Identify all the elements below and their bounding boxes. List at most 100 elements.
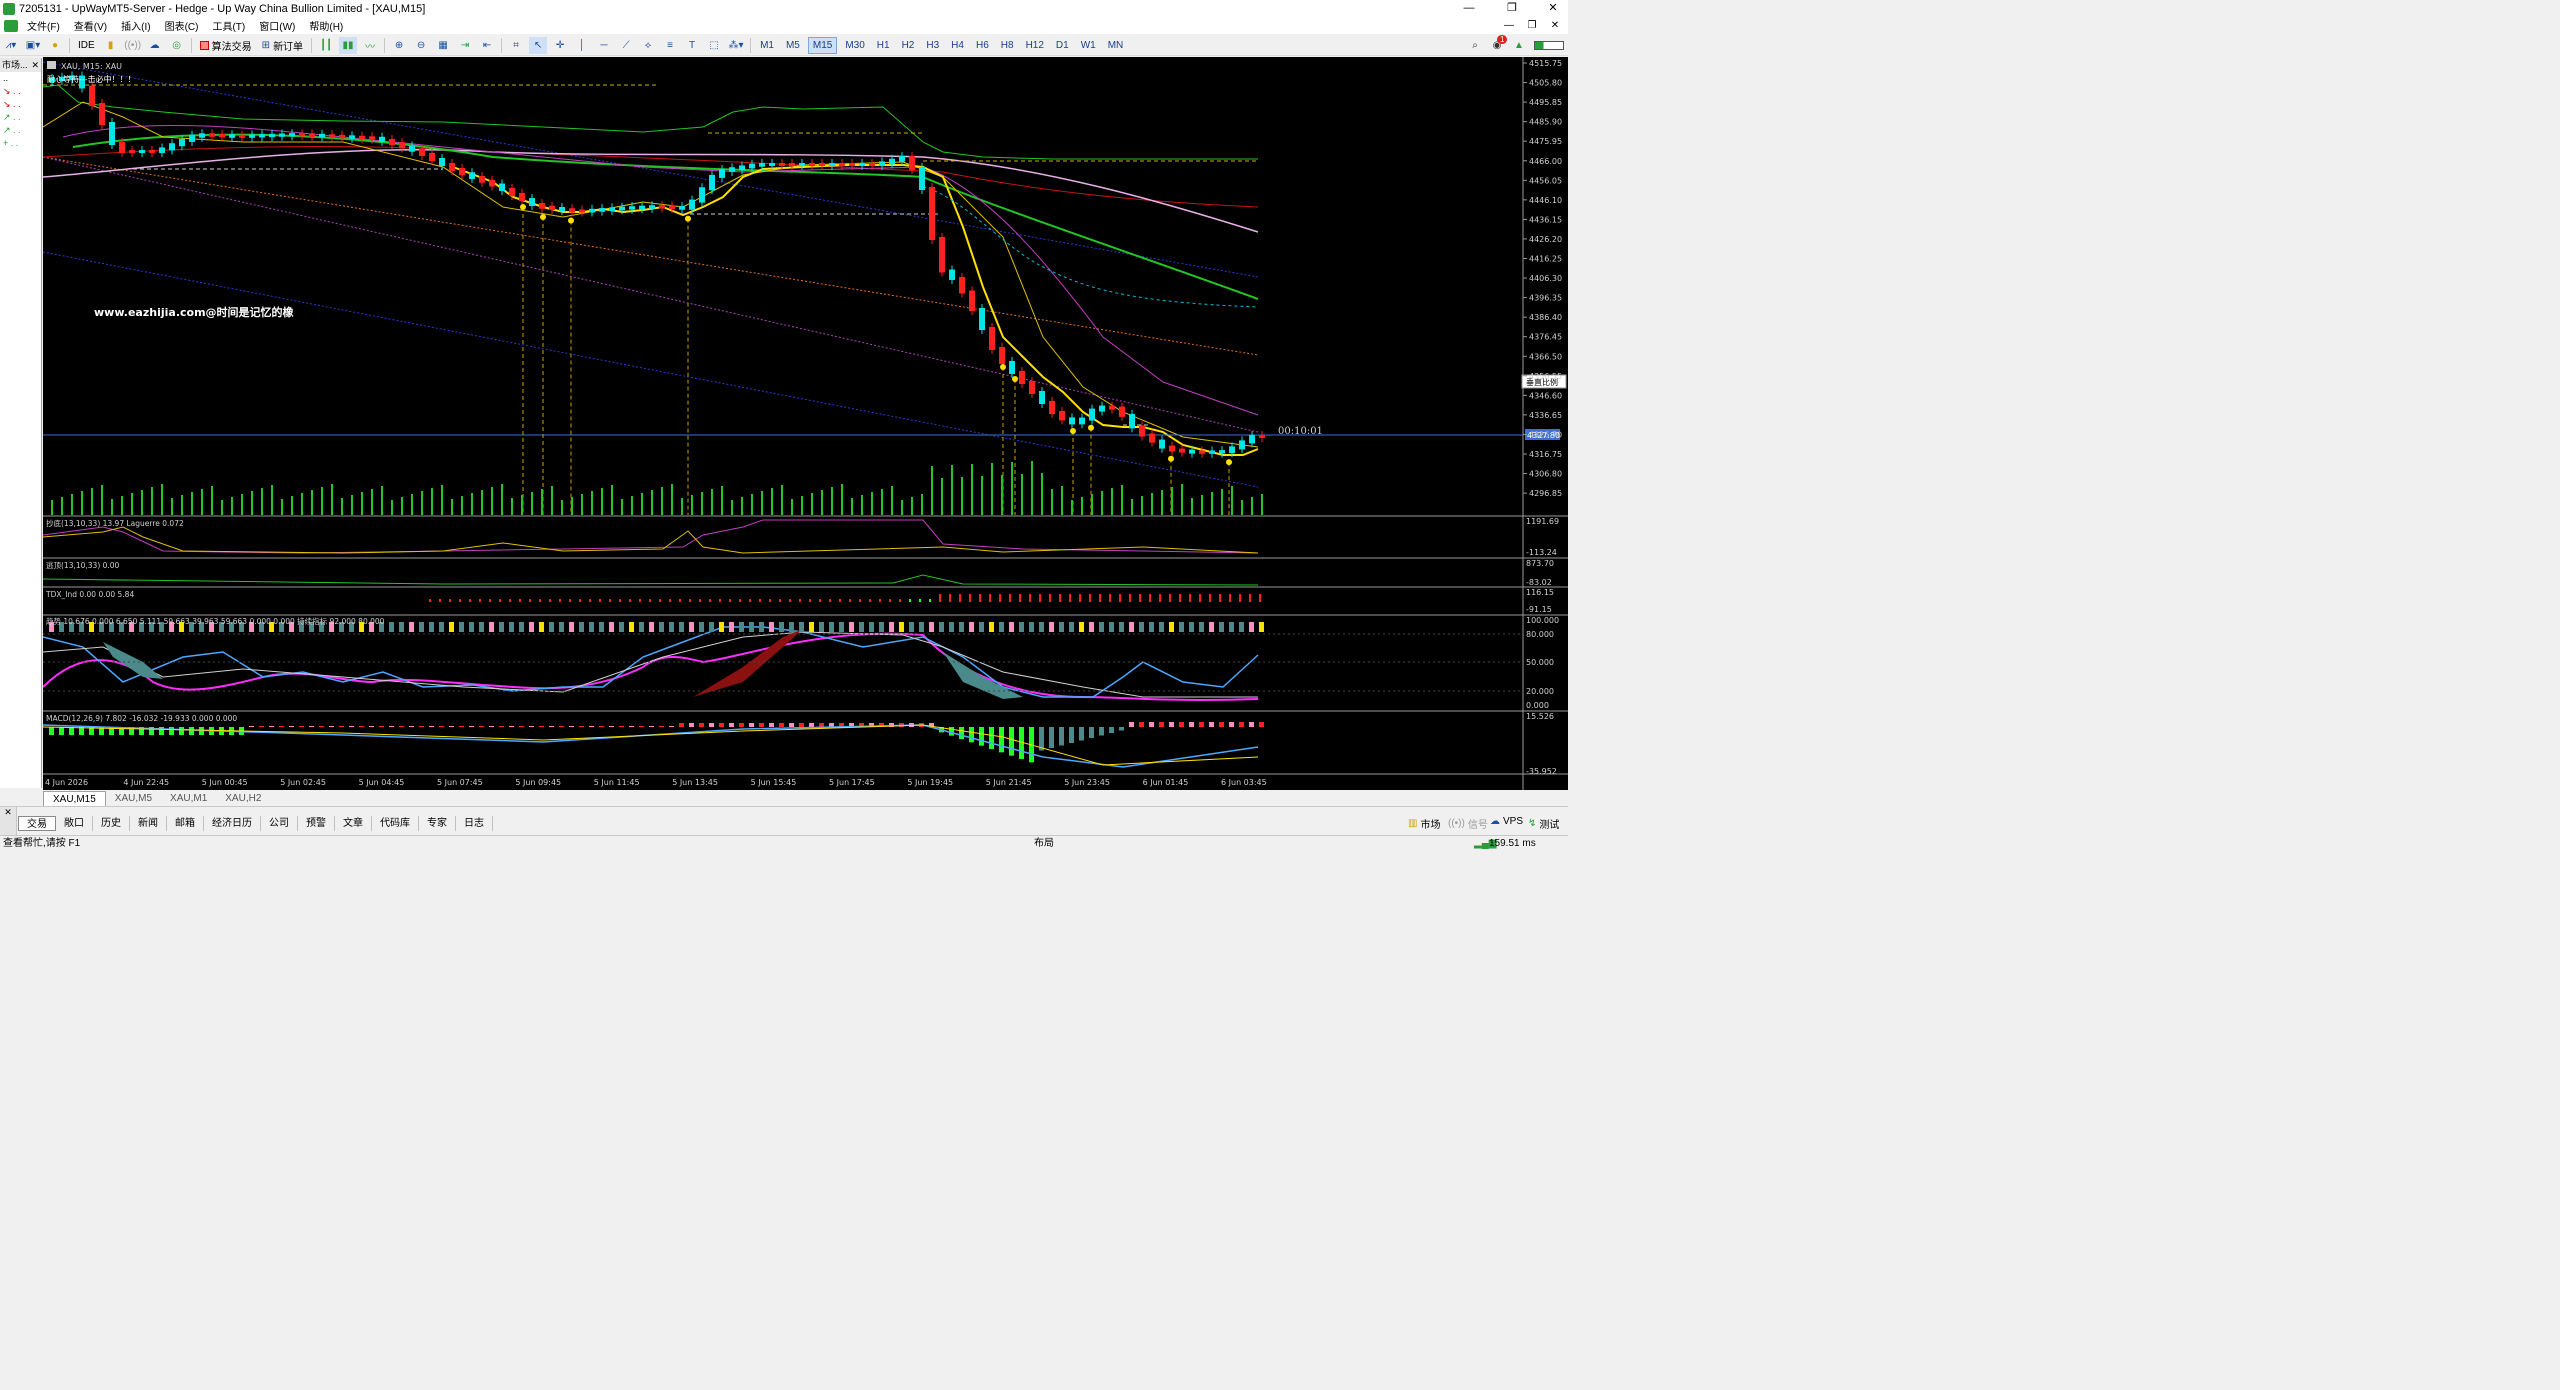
toolbox-tester-link[interactable]: ↯ 测试 <box>1528 816 1559 831</box>
tf-h1[interactable]: H1 <box>873 37 894 54</box>
cloud-icon[interactable]: ☁ <box>146 37 164 54</box>
trend-bar <box>1229 622 1234 632</box>
tf-h8[interactable]: H8 <box>997 37 1018 54</box>
grid-icon[interactable]: ▦ <box>434 37 452 54</box>
tf-h4[interactable]: H4 <box>947 37 968 54</box>
volume-bar <box>451 499 453 515</box>
zoom-in-icon[interactable]: ⊕ <box>390 37 408 54</box>
tf-m5[interactable]: M5 <box>782 37 804 54</box>
ide-button[interactable]: IDE <box>75 37 98 54</box>
globe-icon[interactable]: ◎ <box>168 37 186 54</box>
maximize-button[interactable]: ❐ <box>1497 0 1527 17</box>
fibo-icon[interactable]: ≡ <box>661 37 679 54</box>
child-close-button[interactable]: ✕ <box>1544 17 1566 34</box>
shapes-icon[interactable]: ⬚ <box>705 37 723 54</box>
vertical-line-icon[interactable]: │ <box>573 37 591 54</box>
tf-h3[interactable]: H3 <box>922 37 943 54</box>
menu-file[interactable]: 文件(F) <box>20 18 67 33</box>
one-click-trading-icon[interactable] <box>47 61 56 69</box>
market-watch-row[interactable]: .. <box>0 72 41 85</box>
new-order-button[interactable]: ⊞ 新订单 <box>259 37 306 54</box>
line-chart-icon[interactable]: 〰 <box>361 37 379 54</box>
tf-w1[interactable]: W1 <box>1077 37 1100 54</box>
tab-journal[interactable]: 日志 <box>456 816 493 831</box>
child-restore-button[interactable]: ❐ <box>1521 17 1543 34</box>
child-minimize-button[interactable]: — <box>1498 17 1520 34</box>
close-button[interactable]: ✕ <box>1538 0 1568 17</box>
chart-tab[interactable]: XAU,M5 <box>106 791 161 806</box>
chart-tab[interactable]: XAU,M15 <box>43 791 106 806</box>
tdx-bar <box>1219 594 1221 602</box>
tf-h2[interactable]: H2 <box>898 37 919 54</box>
tdx-bar <box>1149 594 1151 602</box>
tab-alerts[interactable]: 预警 <box>298 816 335 831</box>
candle-chart-icon[interactable]: ▮▮ <box>339 36 358 54</box>
tab-news[interactable]: 新闻 <box>130 816 167 831</box>
tf-h12[interactable]: H12 <box>1022 37 1048 54</box>
menu-insert[interactable]: 插入(I) <box>114 18 157 33</box>
tab-experts[interactable]: 专家 <box>419 816 456 831</box>
market-watch-row[interactable]: ↘ . . <box>0 85 41 98</box>
toolbox-market-link[interactable]: ▥ 市场 <box>1408 816 1440 831</box>
trendline-icon[interactable]: ⟋ <box>617 37 635 54</box>
tf-m1[interactable]: M1 <box>756 37 778 54</box>
tf-m15[interactable]: M15 <box>807 36 838 54</box>
toolbox-close-icon[interactable]: ✕ <box>4 807 12 817</box>
toolbox-signals-link[interactable]: ((•)) 信号 <box>1448 816 1488 831</box>
indicator-tdx-scale-bottom: -91.15 <box>1526 605 1552 614</box>
autoscroll-icon[interactable]: ⇥ <box>456 37 474 54</box>
coin-icon[interactable]: ● <box>46 37 64 54</box>
chart-canvas[interactable]: XAU, M15: XAU 耐心等待---击必中！！！ www.eazhijia… <box>43 57 1568 790</box>
tab-history[interactable]: 历史 <box>93 816 130 831</box>
lock-icon[interactable]: ▮ <box>102 37 120 54</box>
trend-bar <box>1159 622 1164 632</box>
battery-icon[interactable] <box>1532 37 1566 54</box>
market-watch-row[interactable]: ↗ . . <box>0 111 41 124</box>
account-icon[interactable]: ▲ <box>1510 37 1528 54</box>
tab-company[interactable]: 公司 <box>261 816 298 831</box>
text-icon[interactable]: T <box>683 37 701 54</box>
market-watch-row[interactable]: + . . <box>0 137 41 150</box>
zoom-out-icon[interactable]: ⊖ <box>412 37 430 54</box>
chart-window[interactable]: XAU, M15: XAU 耐心等待---击必中！！！ www.eazhijia… <box>43 57 1568 790</box>
menu-window[interactable]: 窗口(W) <box>252 18 302 33</box>
new-chart-icon[interactable]: ▣▾ <box>24 37 42 54</box>
crosshair-icon[interactable]: ✛ <box>551 37 569 54</box>
tf-h6[interactable]: H6 <box>972 37 993 54</box>
screenshot-icon[interactable]: ⌗ <box>507 37 525 54</box>
tab-calendar[interactable]: 经济日历 <box>204 816 261 831</box>
macd-bar <box>559 726 564 727</box>
chart-tab[interactable]: XAU,H2 <box>216 791 270 806</box>
notification-icon[interactable]: ◉ 1 <box>1488 34 1508 54</box>
signal-icon[interactable]: ((•)) <box>124 37 142 54</box>
algo-trading-button[interactable]: 算法交易 <box>197 37 255 54</box>
objects-icon[interactable]: ⁂▾ <box>727 37 745 54</box>
menu-help[interactable]: 帮助(H) <box>302 18 350 33</box>
menu-view[interactable]: 查看(V) <box>67 18 114 33</box>
tab-mailbox[interactable]: 邮箱 <box>167 816 204 831</box>
toolbox-sidebar[interactable]: ✕ <box>0 807 17 835</box>
chart-type-icon[interactable]: ⩘▾ <box>2 37 20 54</box>
cursor-icon[interactable]: ↖ <box>529 36 548 54</box>
tf-m30[interactable]: M30 <box>841 37 868 54</box>
tools-icon[interactable]: ⟡ <box>639 37 657 54</box>
menu-tools[interactable]: 工具(T) <box>205 18 252 33</box>
toolbox-vps-link[interactable]: ☁ VPS <box>1490 816 1523 827</box>
tab-exposure[interactable]: 敞口 <box>56 816 93 831</box>
market-watch-row[interactable]: ↘ . . <box>0 98 41 111</box>
tab-articles[interactable]: 文章 <box>335 816 372 831</box>
market-watch-row[interactable]: ↗ . . <box>0 124 41 137</box>
tab-codebase[interactable]: 代码库 <box>372 816 419 831</box>
horizontal-line-icon[interactable]: ─ <box>595 37 613 54</box>
search-icon[interactable]: ⌕ <box>1466 37 1484 54</box>
tf-mn[interactable]: MN <box>1104 37 1128 54</box>
chart-tab[interactable]: XAU,M1 <box>161 791 216 806</box>
chart-shift-icon[interactable]: ⇤ <box>478 37 496 54</box>
market-watch-close-icon[interactable]: ✕ <box>31 58 39 72</box>
bar-chart-icon[interactable]: ┃┃ <box>317 37 335 54</box>
macd-bar <box>599 726 604 727</box>
tab-trade[interactable]: 交易 <box>18 816 56 831</box>
minimize-button[interactable]: — <box>1454 0 1484 17</box>
tf-d1[interactable]: D1 <box>1052 37 1073 54</box>
menu-charts[interactable]: 图表(C) <box>158 18 206 33</box>
